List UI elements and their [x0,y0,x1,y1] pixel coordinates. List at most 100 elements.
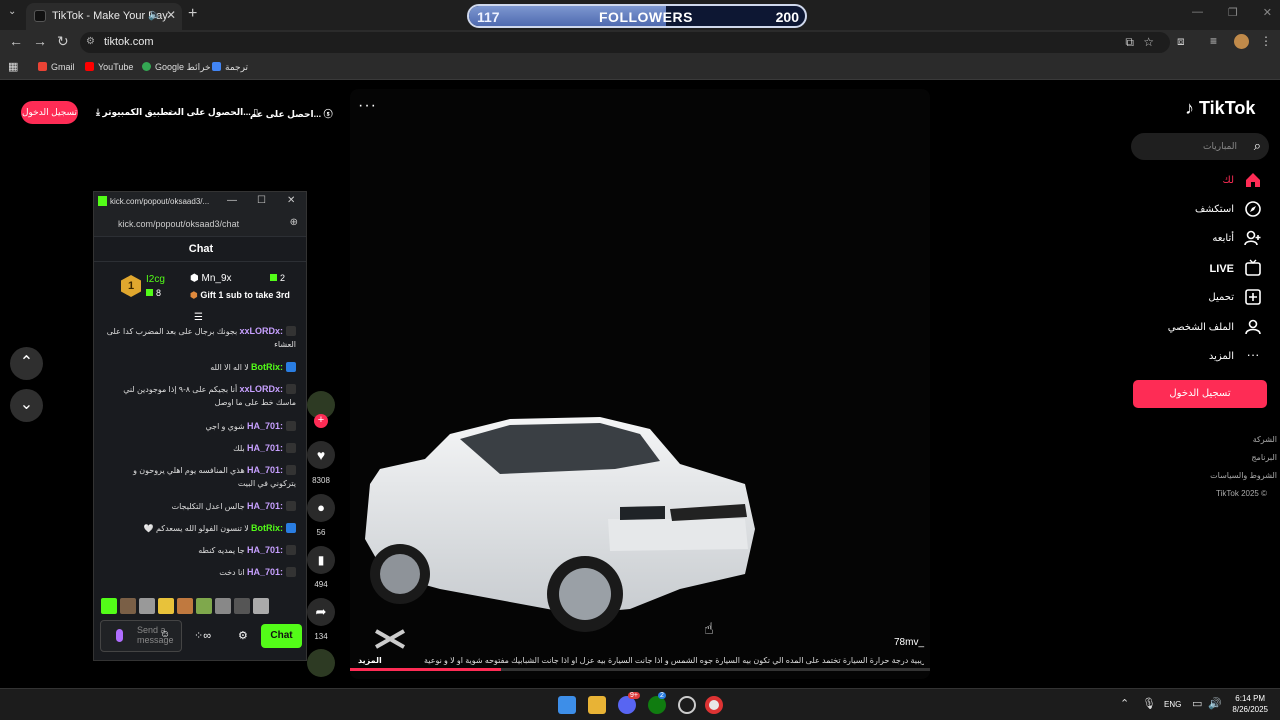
collapse-leaderboard-icon[interactable]: ☰ [194,312,203,323]
chat-username[interactable]: HA_701: [247,567,283,577]
bookmark-gmail[interactable]: Gmail [38,62,75,72]
sidebar-item-live[interactable]: LIVE [1150,258,1264,278]
tab-tiktok[interactable]: TikTok - Make Your Day 🔈 ✕ [26,3,182,30]
site-info-icon[interactable]: ⚙ [86,36,95,47]
leader-second-name[interactable]: ⬢ Mn_9x [190,273,232,284]
follow-plus-icon[interactable]: + [314,414,328,428]
footer-company-link[interactable]: الشركة [1253,435,1277,444]
media-control-icon[interactable]: ≡ [1210,34,1217,48]
url-field[interactable]: ⚙ tiktok.com ⧉ ☆ [80,32,1170,53]
next-video-button[interactable]: ⌄ [10,389,43,422]
emote[interactable] [139,598,155,614]
top-login-button[interactable]: تسجيل الدخول [21,101,78,124]
zoom-icon[interactable]: ⊕ [290,217,298,228]
emote[interactable] [196,598,212,614]
emote[interactable] [177,598,193,614]
video-player[interactable]: ··· 78mv_ ملاحضة : هاي ارقام تقريبية درج… [350,89,930,679]
chat-username[interactable]: HA_701: [247,545,283,555]
chat-settings-icon[interactable]: ⚙ [238,629,248,642]
chat-username[interactable]: xxLORDx: [239,384,283,394]
video-progress-bar[interactable] [350,668,930,671]
previous-video-button[interactable]: ⌃ [10,347,43,380]
start-menu-icon[interactable] [558,696,576,714]
system-clock[interactable]: 6:14 PM 8/26/2025 [1232,693,1268,715]
quick-emotes-icon[interactable]: ⁘∞ [194,629,211,642]
volume-icon[interactable]: 🔊 [1208,697,1222,710]
show-hidden-icons-icon[interactable]: ⌃ [1120,697,1129,710]
chat-username[interactable]: HA_701: [247,443,283,453]
input-language[interactable]: ENG [1164,700,1181,709]
display-icon[interactable]: ▭ [1192,697,1202,710]
caption-more-link[interactable]: المزيد [358,656,382,665]
search-icon[interactable]: ⌕ [1254,138,1261,154]
tab-search-icon[interactable]: ⌄ [8,6,16,17]
get-coins-link[interactable]: احصل على عم... ⓢ [250,107,333,120]
obs-icon[interactable] [678,696,696,714]
chat-message: HA_701: جا يمديه كنطه [106,544,296,557]
extensions-icon[interactable]: ⧈ [1177,34,1185,49]
sidebar-item-following[interactable]: أتابعه [1150,228,1264,248]
chat-username[interactable]: BotRix: [251,523,283,533]
new-tab-button[interactable]: + [188,5,197,23]
sidebar-label: الملف الشخصي [1167,322,1234,333]
chat-username[interactable]: BotRix: [251,362,283,372]
chrome-menu-icon[interactable]: ⋮ [1260,34,1272,48]
sidebar-login-button[interactable]: تسجيل الدخول [1133,380,1267,408]
leader-first-name[interactable]: I2cg [146,274,165,285]
comment-button[interactable]: ● [307,494,335,522]
music-disc-avatar[interactable] [307,649,335,677]
footer-terms-link[interactable]: الشروط والسياسات [1210,471,1277,480]
chat-username[interactable]: HA_701: [247,501,283,511]
like-button[interactable]: ♥ [307,441,335,469]
bookmark-google-maps[interactable]: Google خرائط [142,62,211,73]
chat-username[interactable]: HA_701: [247,421,283,431]
gift-prompt[interactable]: ⬢ Gift 1 sub to take 3rd [190,290,290,301]
popout-url-bar[interactable]: kick.com/popout/oksaad3/chat ⊕ [94,211,306,237]
microphone-tray-icon[interactable]: 🎙 [1142,697,1156,710]
popout-minimize-icon[interactable]: — [227,195,237,206]
emote[interactable] [120,598,136,614]
sidebar-item-upload[interactable]: تحميل [1150,287,1264,307]
emote[interactable] [253,598,269,614]
back-icon[interactable]: ← [9,33,23,49]
forward-icon[interactable]: → [33,33,47,49]
close-window-icon[interactable]: ✕ [1263,6,1272,19]
emoji-icon[interactable]: ☺ [160,629,170,640]
sidebar-item-explore[interactable]: استكشف [1150,199,1264,219]
desktop-app-link[interactable]: ⤓ تطبيق الكمبيوتر [96,107,172,118]
emote[interactable] [101,598,117,614]
footer-program-link[interactable]: البرنامج [1251,453,1277,462]
microphone-icon[interactable] [116,629,123,642]
sidebar-item-more[interactable]: المزيد ··· [1150,346,1264,366]
save-button[interactable]: ▮ [307,546,335,574]
bookmark-star-icon[interactable]: ☆ [1143,35,1154,49]
emote[interactable] [215,598,231,614]
emote[interactable] [158,598,174,614]
sidebar-item-for-you[interactable]: لك [1150,170,1264,190]
video-username[interactable]: 78mv_ [894,637,924,648]
emote[interactable] [234,598,250,614]
install-app-icon[interactable]: ⧉ [1125,35,1134,50]
get-app-link[interactable]: الحصول على الت... ▯ [168,107,258,118]
bookmark-youtube[interactable]: YouTube [85,62,133,72]
file-explorer-icon[interactable] [588,696,606,714]
share-button[interactable]: ➦ [307,598,335,626]
profile-avatar[interactable] [1234,34,1249,49]
chat-send-button[interactable]: Chat [261,624,302,648]
restore-icon[interactable]: ❐ [1228,6,1238,19]
minimize-icon[interactable]: — [1192,6,1203,19]
chat-username[interactable]: HA_701: [247,465,283,475]
chrome-icon[interactable] [705,696,723,714]
sidebar-item-profile[interactable]: الملف الشخصي [1150,317,1264,337]
tiktok-logo[interactable]: ♪ TikTok [1185,98,1255,119]
search-input[interactable]: المباريات ⌕ [1131,133,1269,160]
close-tab-icon[interactable]: ✕ [166,8,176,22]
chat-username[interactable]: xxLORDx: [239,326,283,336]
bookmark-translate[interactable]: ترجمة [212,62,248,73]
popout-maximize-icon[interactable]: ☐ [257,195,266,206]
popout-close-icon[interactable]: ✕ [287,195,295,206]
reload-icon[interactable]: ↻ [57,33,69,50]
get-coins-label: احصل على عم... [250,109,322,119]
speaker-icon[interactable]: 🔈 [148,8,162,21]
apps-icon[interactable]: ▦ [8,60,18,73]
